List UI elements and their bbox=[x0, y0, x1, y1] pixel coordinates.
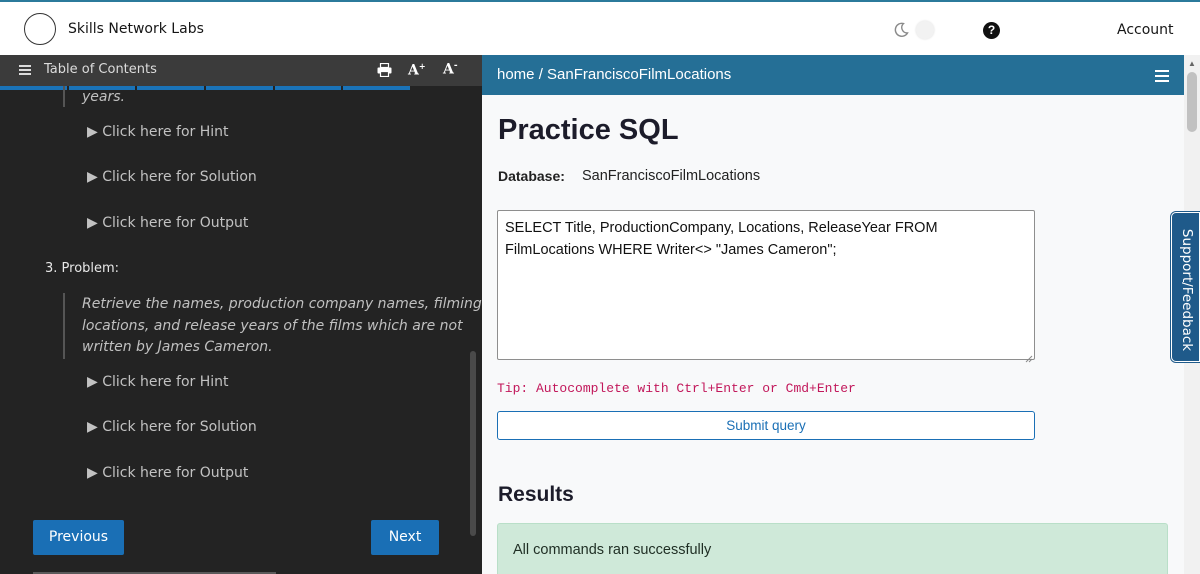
page-title: Practice SQL bbox=[498, 114, 679, 146]
left-scrollbar[interactable] bbox=[470, 351, 476, 536]
support-feedback-tab[interactable]: Support/Feedback bbox=[1171, 212, 1200, 362]
help-icon[interactable]: ? bbox=[983, 22, 1000, 39]
quote-bar bbox=[63, 293, 65, 359]
autocomplete-tip: Tip: Autocomplete with Ctrl+Enter or Cmd… bbox=[497, 381, 856, 396]
submit-query-button[interactable]: Submit query bbox=[497, 411, 1035, 440]
problem-text-line: Retrieve the names, production company n… bbox=[82, 296, 482, 312]
logo-icon[interactable] bbox=[24, 13, 56, 45]
theme-toggle[interactable] bbox=[916, 21, 934, 39]
menu-icon[interactable] bbox=[19, 65, 31, 75]
hint-toggle[interactable]: ▶ Click here for Hint bbox=[87, 374, 229, 390]
results-heading: Results bbox=[498, 483, 574, 506]
output-toggle[interactable]: ▶ Click here for Output bbox=[87, 215, 248, 231]
problem-text-line: locations, and release years of the film… bbox=[82, 318, 463, 334]
quote-bar bbox=[63, 86, 65, 107]
sql-query-input[interactable]: SELECT Title, ProductionCompany, Locatio… bbox=[497, 210, 1035, 360]
solution-toggle[interactable]: ▶ Click here for Solution bbox=[87, 419, 257, 435]
resize-handle-icon[interactable] bbox=[1025, 350, 1033, 363]
hint-toggle[interactable]: ▶ Click here for Hint bbox=[87, 124, 229, 140]
toc-bar: Table of Contents A+ A- bbox=[0, 55, 482, 86]
query-line: SELECT Title, ProductionCompany, Locatio… bbox=[505, 220, 938, 236]
next-button[interactable]: Next bbox=[371, 520, 439, 555]
brand-name[interactable]: Skills Network Labs bbox=[68, 21, 204, 37]
scroll-thumb[interactable] bbox=[1187, 72, 1197, 132]
sql-header: home / SanFranciscoFilmLocations bbox=[482, 55, 1184, 95]
success-alert: All commands ran successfully bbox=[497, 523, 1168, 574]
toc-label[interactable]: Table of Contents bbox=[44, 62, 157, 77]
breadcrumb[interactable]: home / SanFranciscoFilmLocations bbox=[497, 66, 731, 83]
previous-problem-tail: years. bbox=[82, 89, 125, 105]
progress-strip bbox=[0, 86, 411, 90]
database-label: Database: bbox=[498, 168, 565, 184]
success-message: All commands ran successfully bbox=[513, 542, 712, 558]
problem-heading: 3. Problem: bbox=[45, 261, 120, 276]
instructions-panel: Table of Contents A+ A- years. ▶ Click h… bbox=[0, 55, 482, 574]
top-bar: Skills Network Labs ? Account bbox=[0, 0, 1200, 55]
menu-icon[interactable] bbox=[1155, 70, 1169, 82]
problem-text-line: written by James Cameron. bbox=[82, 339, 273, 355]
support-feedback-label: Support/Feedback bbox=[1179, 228, 1195, 352]
query-line: FilmLocations WHERE Writer<> "James Came… bbox=[505, 242, 837, 258]
scroll-up-icon[interactable]: ▲ bbox=[1188, 59, 1196, 68]
font-decrease-button[interactable]: A- bbox=[443, 61, 458, 78]
sql-panel: home / SanFranciscoFilmLocations Practic… bbox=[482, 55, 1200, 574]
output-toggle[interactable]: ▶ Click here for Output bbox=[87, 465, 248, 481]
previous-button[interactable]: Previous bbox=[33, 520, 124, 555]
font-increase-button[interactable]: A+ bbox=[408, 61, 426, 79]
solution-toggle[interactable]: ▶ Click here for Solution bbox=[87, 169, 257, 185]
print-icon[interactable] bbox=[377, 62, 392, 78]
account-link[interactable]: Account bbox=[1117, 22, 1174, 38]
database-value: SanFranciscoFilmLocations bbox=[582, 168, 761, 184]
moon-icon[interactable] bbox=[893, 22, 909, 38]
